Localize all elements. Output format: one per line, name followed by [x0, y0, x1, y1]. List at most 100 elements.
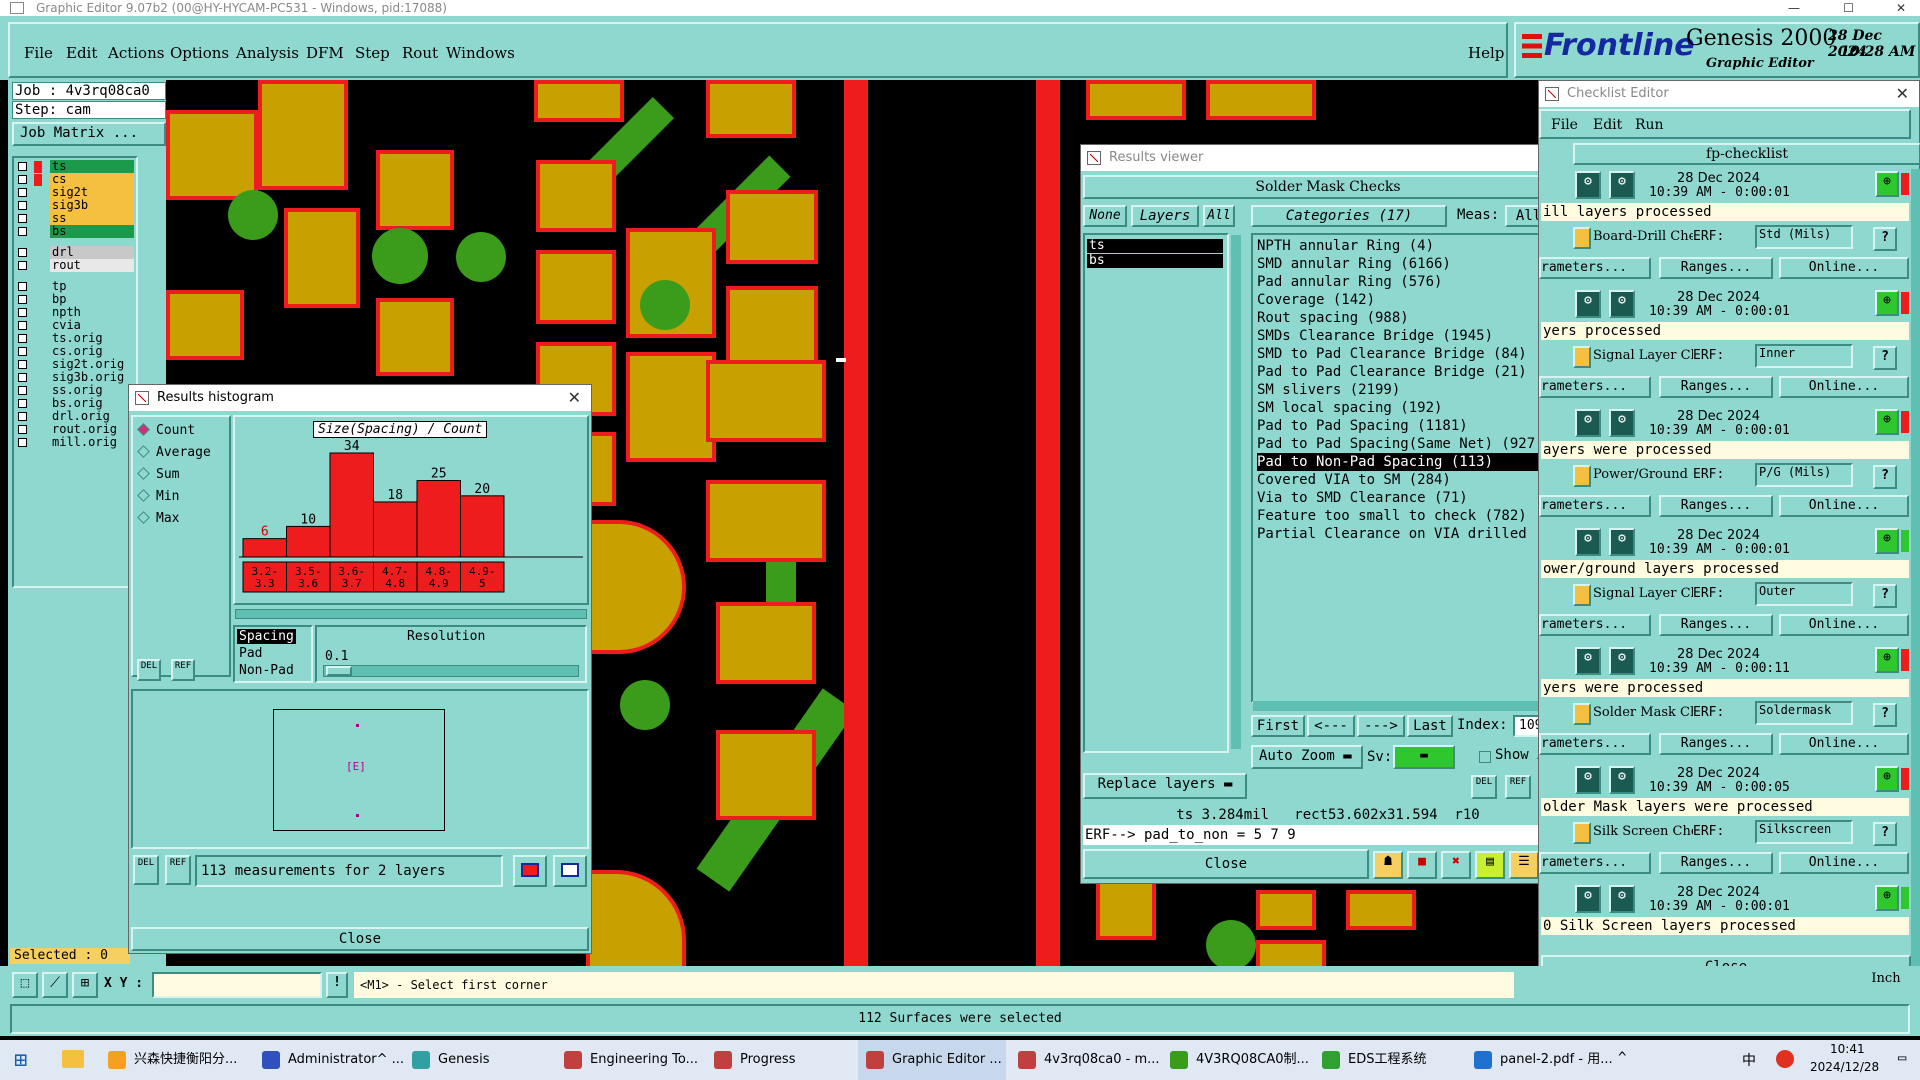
layer-checkbox[interactable]: [18, 214, 27, 223]
minimize-icon[interactable]: —: [1788, 0, 1800, 16]
histogram-close-button[interactable]: Close: [131, 927, 589, 951]
item-name[interactable]: Silk Screen Che: [1593, 824, 1693, 839]
ime-indicator[interactable]: 中: [1742, 1050, 1756, 1070]
layer-checkbox[interactable]: [18, 438, 27, 447]
del-button[interactable]: DEL: [133, 855, 159, 885]
layer-checkbox[interactable]: [18, 386, 27, 395]
histogram-option-max[interactable]: Max: [137, 511, 179, 526]
histogram-option-sum[interactable]: Sum: [137, 467, 179, 482]
parameters-button[interactable]: rameters...: [1539, 614, 1651, 636]
histogram-bar[interactable]: [329, 452, 374, 558]
checklist-menu-file[interactable]: File: [1551, 117, 1578, 133]
menu-analysis[interactable]: Analysis: [236, 44, 299, 62]
zoom-icon[interactable]: ⊕: [1875, 528, 1899, 554]
action-icon[interactable]: [1573, 346, 1591, 368]
del-button[interactable]: DEL: [137, 659, 161, 681]
run-action-icon[interactable]: ⚙: [1575, 766, 1601, 794]
ref-button[interactable]: REF: [165, 855, 191, 885]
category-item[interactable]: SM local spacing (192): [1257, 399, 1442, 417]
parameters-button[interactable]: rameters...: [1539, 257, 1651, 279]
layer-checkbox[interactable]: [18, 261, 27, 270]
zoom-icon[interactable]: ⊕: [1875, 171, 1899, 197]
category-item[interactable]: Pad to Non-Pad Spacing (113): [1257, 453, 1557, 471]
erf-value[interactable]: Soldermask: [1755, 701, 1853, 725]
category-item[interactable]: SMD to Pad Clearance Bridge (84): [1257, 345, 1527, 363]
all-layers-button[interactable]: All: [1203, 205, 1235, 227]
zoom-icon[interactable]: ⊕: [1875, 409, 1899, 435]
ranges-button[interactable]: Ranges...: [1659, 614, 1773, 636]
histogram-option-count[interactable]: Count: [137, 423, 195, 438]
run-action-icon[interactable]: ⚙: [1609, 766, 1635, 794]
close-icon[interactable]: ✕: [1896, 0, 1906, 16]
zoom-icon[interactable]: ⊕: [1875, 647, 1899, 673]
menu-file[interactable]: File: [24, 44, 53, 62]
category-item[interactable]: Pad to Pad Clearance Bridge (21): [1257, 363, 1527, 381]
help-icon[interactable]: ?: [1873, 346, 1897, 370]
parameters-button[interactable]: rameters...: [1539, 733, 1651, 755]
item-name[interactable]: Board-Drill Che: [1593, 229, 1693, 244]
layer-checkbox[interactable]: [18, 295, 27, 304]
erf-value[interactable]: Inner: [1755, 344, 1853, 368]
category-item[interactable]: Covered VIA to SM (284): [1257, 471, 1451, 489]
ranges-button[interactable]: Ranges...: [1659, 257, 1773, 279]
taskbar-item[interactable]: panel-2.pdf - 用...: [1466, 1040, 1614, 1080]
measure-item[interactable]: Spacing: [237, 629, 296, 644]
taskbar-item[interactable]: Engineering To...: [556, 1040, 704, 1080]
run-action-icon[interactable]: ⚙: [1575, 171, 1601, 199]
zoom-fit-icon[interactable]: [513, 855, 547, 887]
clock-date[interactable]: 2024/12/28: [1810, 1060, 1879, 1074]
radio-icon[interactable]: [137, 467, 150, 480]
category-item[interactable]: Partial Clearance on VIA drilled: [1257, 525, 1527, 543]
menu-windows[interactable]: Windows: [446, 44, 515, 62]
tray-chevron-icon[interactable]: ^: [1618, 1050, 1626, 1066]
measure-item[interactable]: Pad: [237, 646, 264, 661]
erf-value[interactable]: Std (Mils): [1755, 225, 1853, 249]
erf-value[interactable]: Silkscreen: [1755, 820, 1853, 844]
category-item[interactable]: SMD annular Ring (6166): [1257, 255, 1451, 273]
layer-row-bs[interactable]: bs: [16, 225, 134, 239]
layer-checkbox[interactable]: [18, 334, 27, 343]
replace-layers-button[interactable]: Replace layers ▬: [1083, 773, 1247, 799]
select-tool-icon[interactable]: ⬚: [12, 972, 38, 998]
slider-handle[interactable]: [326, 666, 352, 676]
category-item[interactable]: NPTH annular Ring (4): [1257, 237, 1434, 255]
start-icon[interactable]: ⊞: [14, 1048, 27, 1073]
action-icon[interactable]: [1573, 703, 1591, 725]
action-icon[interactable]: [1573, 227, 1591, 249]
parameters-button[interactable]: rameters...: [1539, 495, 1651, 517]
checklist-menu-edit[interactable]: Edit: [1593, 117, 1622, 133]
resolution-slider[interactable]: [323, 665, 579, 677]
menu-rout[interactable]: Rout: [402, 44, 438, 62]
online-button[interactable]: Online...: [1779, 376, 1909, 398]
grid-tool-icon[interactable]: ⊞: [72, 972, 98, 998]
taskbar-item[interactable]: EDS工程系统: [1314, 1040, 1462, 1080]
zoom-icon[interactable]: ⊕: [1875, 885, 1899, 911]
run-action-icon[interactable]: ⚙: [1575, 647, 1601, 675]
taskbar-item[interactable]: 4V3RQ08CA0制...: [1162, 1040, 1310, 1080]
taskbar-item[interactable]: 兴森快捷衡阳分...: [100, 1040, 248, 1080]
person-icon[interactable]: ☗: [1373, 851, 1403, 879]
results-layer-item[interactable]: bs: [1087, 254, 1223, 268]
ref-button[interactable]: REF: [171, 659, 195, 681]
layer-checkbox[interactable]: [18, 227, 27, 236]
ranges-button[interactable]: Ranges...: [1659, 733, 1773, 755]
layer-checkbox[interactable]: [18, 399, 27, 408]
action-icon[interactable]: [1573, 465, 1591, 487]
category-item[interactable]: SM slivers (2199): [1257, 381, 1400, 399]
item-name[interactable]: Solder Mask Ch: [1593, 705, 1693, 720]
run-action-icon[interactable]: ⚙: [1609, 171, 1635, 199]
histogram-bar[interactable]: [242, 538, 287, 558]
help-icon[interactable]: ?: [1873, 227, 1897, 251]
menu-options[interactable]: Options: [170, 44, 229, 62]
zoom-home-icon[interactable]: [553, 855, 587, 887]
run-action-icon[interactable]: ⚙: [1575, 528, 1601, 556]
radio-icon[interactable]: [137, 511, 150, 524]
layer-checkbox[interactable]: [18, 347, 27, 356]
run-action-icon[interactable]: ⚙: [1575, 885, 1601, 913]
layer-checkbox[interactable]: [18, 201, 27, 210]
measure-item[interactable]: Non-Pad: [237, 663, 296, 678]
job-matrix-button[interactable]: Job Matrix ...: [12, 122, 166, 146]
run-action-icon[interactable]: ⚙: [1575, 409, 1601, 437]
online-button[interactable]: Online...: [1779, 495, 1909, 517]
stop-icon[interactable]: ■: [1407, 851, 1437, 879]
